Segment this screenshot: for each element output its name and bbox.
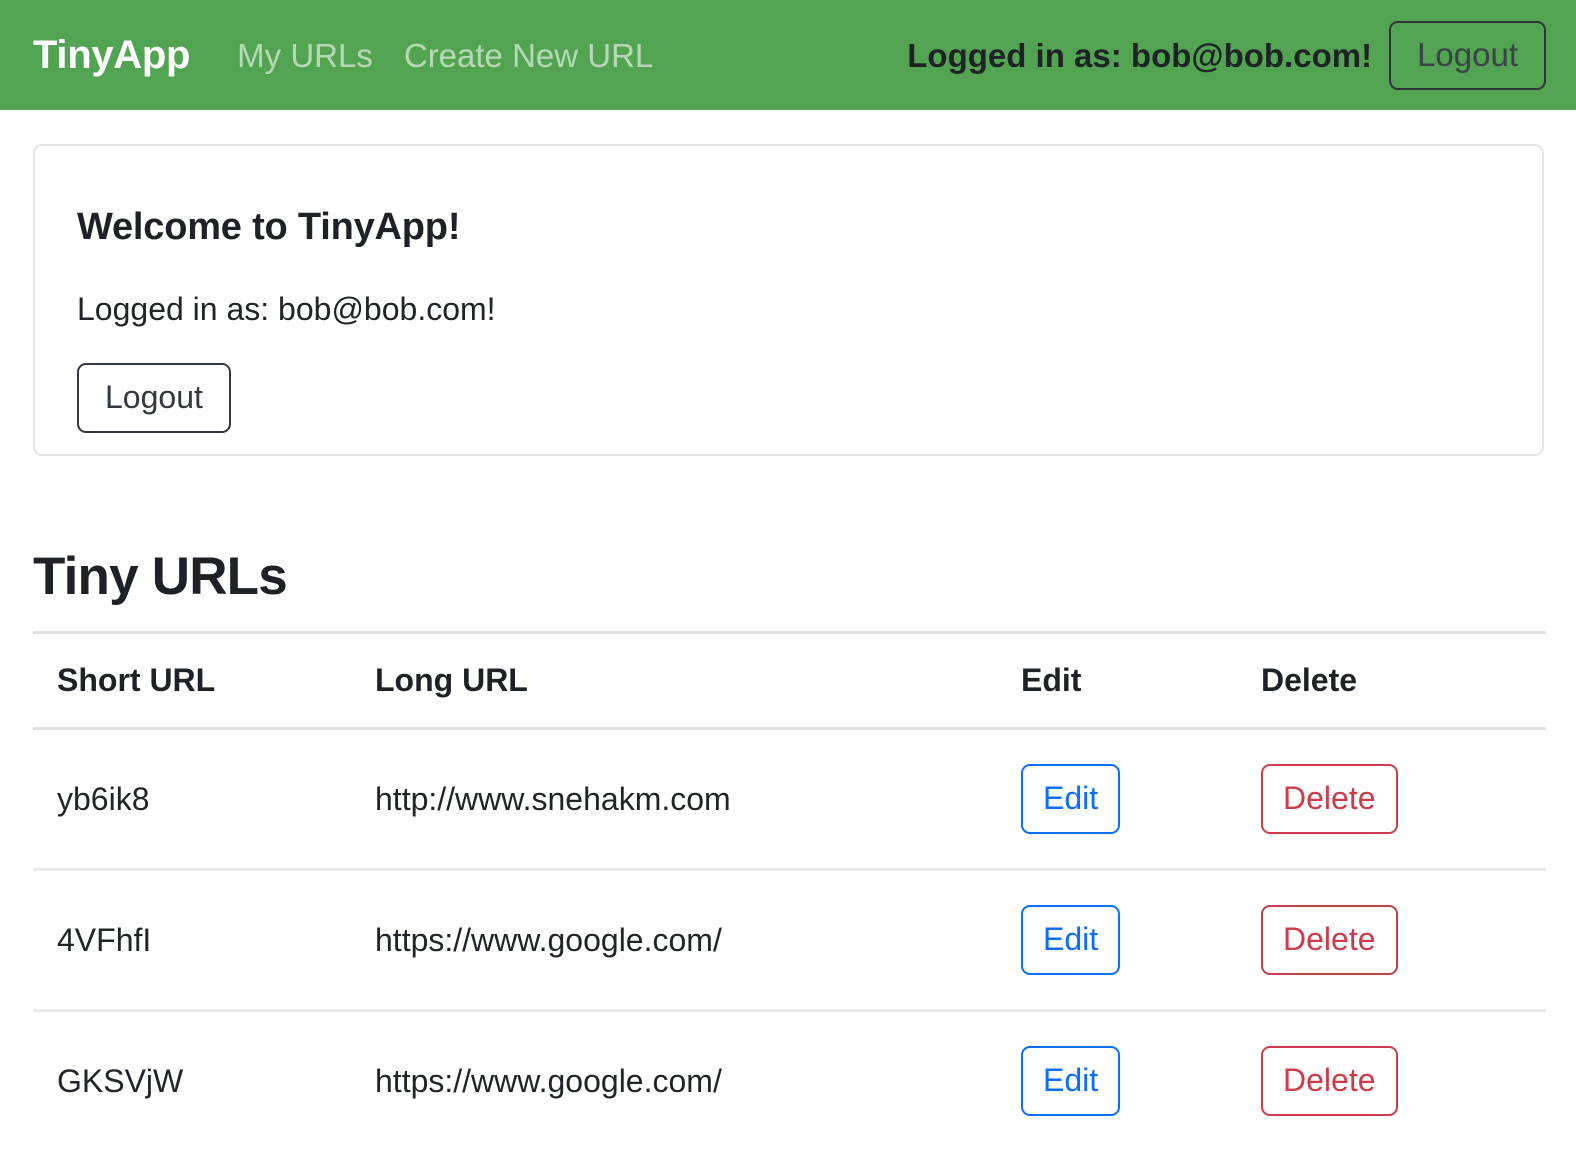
page-content: Welcome to TinyApp! Logged in as: bob@bo…: [0, 144, 1576, 1150]
welcome-card-title: Welcome to TinyApp!: [77, 208, 1500, 246]
welcome-card: Welcome to TinyApp! Logged in as: bob@bo…: [33, 144, 1544, 456]
cell-edit: Edit: [997, 729, 1237, 870]
column-header-edit: Edit: [997, 633, 1237, 729]
delete-button[interactable]: Delete: [1261, 1046, 1398, 1116]
cell-edit: Edit: [997, 870, 1237, 1011]
edit-button[interactable]: Edit: [1021, 1046, 1120, 1116]
cell-short-url: yb6ik8: [33, 729, 351, 870]
edit-button[interactable]: Edit: [1021, 764, 1120, 834]
edit-button[interactable]: Edit: [1021, 905, 1120, 975]
nav-link-my-urls[interactable]: My URLs: [237, 39, 373, 72]
delete-button[interactable]: Delete: [1261, 764, 1398, 834]
cell-long-url: http://www.snehakm.com: [351, 729, 997, 870]
cell-delete: Delete: [1237, 729, 1546, 870]
cell-long-url: https://www.google.com/: [351, 870, 997, 1011]
cell-short-url: 4VFhfI: [33, 870, 351, 1011]
navbar-links: My URLs Create New URL: [237, 39, 653, 72]
table-row: 4VFhfI https://www.google.com/ Edit Dele…: [33, 870, 1546, 1011]
navbar-right-group: Logged in as: bob@bob.com! Logout: [907, 21, 1546, 90]
urls-section: Tiny URLs Short URL Long URL Edit Delete…: [33, 550, 1546, 1150]
page-title: Tiny URLs: [33, 550, 1546, 603]
top-navbar: TinyApp My URLs Create New URL Logged in…: [0, 0, 1576, 110]
card-logout-button[interactable]: Logout: [77, 363, 231, 433]
table-header-row: Short URL Long URL Edit Delete: [33, 633, 1546, 729]
nav-link-create-new-url[interactable]: Create New URL: [404, 39, 653, 72]
urls-table: Short URL Long URL Edit Delete yb6ik8 ht…: [33, 631, 1546, 1150]
cell-short-url: GKSVjW: [33, 1011, 351, 1150]
table-row: GKSVjW https://www.google.com/ Edit Dele…: [33, 1011, 1546, 1150]
cell-long-url: https://www.google.com/: [351, 1011, 997, 1150]
column-header-short-url: Short URL: [33, 633, 351, 729]
cell-delete: Delete: [1237, 1011, 1546, 1150]
navbar-brand[interactable]: TinyApp: [33, 35, 190, 75]
navbar-logout-button[interactable]: Logout: [1389, 21, 1546, 90]
cell-edit: Edit: [997, 1011, 1237, 1150]
navbar-user-status: Logged in as: bob@bob.com!: [907, 39, 1372, 72]
delete-button[interactable]: Delete: [1261, 905, 1398, 975]
column-header-delete: Delete: [1237, 633, 1546, 729]
welcome-card-status: Logged in as: bob@bob.com!: [77, 293, 1500, 325]
column-header-long-url: Long URL: [351, 633, 997, 729]
urls-table-body: yb6ik8 http://www.snehakm.com Edit Delet…: [33, 729, 1546, 1150]
cell-delete: Delete: [1237, 870, 1546, 1011]
urls-table-head: Short URL Long URL Edit Delete: [33, 633, 1546, 729]
table-row: yb6ik8 http://www.snehakm.com Edit Delet…: [33, 729, 1546, 870]
